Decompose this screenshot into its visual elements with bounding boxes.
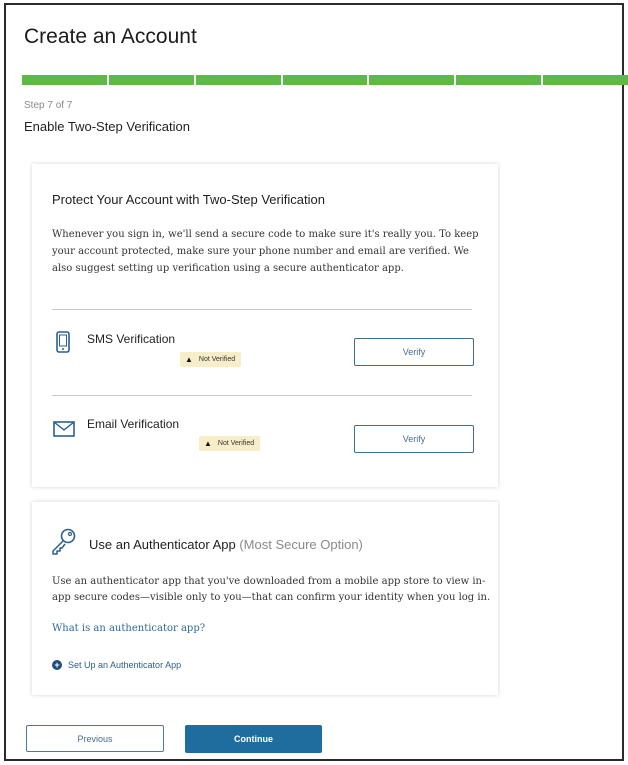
step-title: Enable Two-Step Verification xyxy=(24,119,190,134)
authenticator-title: Use an Authenticator App (Most Secure Op… xyxy=(89,537,363,552)
setup-authenticator-label: Set Up an Authenticator App xyxy=(68,660,182,670)
page-title: Create an Account xyxy=(24,25,197,48)
step-counter: Step 7 of 7 xyxy=(24,100,73,111)
authenticator-description: Use an authenticator app that you've dow… xyxy=(52,576,491,603)
progress-segment xyxy=(195,75,281,85)
phone-icon xyxy=(56,331,70,358)
progress-segment xyxy=(369,75,455,85)
sms-status-badge: ▲ Not Verified xyxy=(180,352,242,367)
divider xyxy=(52,309,472,310)
status-text: Not Verified xyxy=(217,440,255,447)
most-secure-note: (Most Secure Option) xyxy=(239,537,363,552)
continue-button[interactable]: Continue xyxy=(185,725,322,753)
progress-segment xyxy=(22,75,107,85)
two-step-verification-card: Protect Your Account with Two-Step Verif… xyxy=(32,164,498,487)
progress-segment xyxy=(108,75,194,85)
progress-segment xyxy=(456,75,542,85)
email-verification-label: Email Verification xyxy=(87,417,180,431)
setup-authenticator-link[interactable]: + Set Up an Authenticator App xyxy=(52,660,181,670)
card-description: Whenever you sign in, we'll send a secur… xyxy=(52,229,479,274)
sms-verify-button[interactable]: Verify xyxy=(354,338,474,366)
email-status-badge: ▲ Not Verified xyxy=(199,436,261,451)
progress-segment xyxy=(282,75,368,85)
key-icon xyxy=(50,527,78,560)
authenticator-app-card: Use an Authenticator App (Most Secure Op… xyxy=(32,502,498,695)
warning-icon: ▲ xyxy=(185,355,193,364)
plus-circle-icon: + xyxy=(52,660,62,670)
progress-segment xyxy=(543,75,628,85)
card-heading: Protect Your Account with Two-Step Verif… xyxy=(52,192,325,207)
account-creation-frame: Create an Account Step 7 of 7 Enable Two… xyxy=(4,3,628,761)
sms-verification-label: SMS Verification xyxy=(87,332,176,346)
step-progress-bar xyxy=(22,75,628,85)
what-is-authenticator-link[interactable]: What is an authenticator app? xyxy=(52,623,205,634)
previous-button[interactable]: Previous xyxy=(26,725,164,752)
email-verify-button[interactable]: Verify xyxy=(354,425,474,453)
warning-icon: ▲ xyxy=(204,439,212,448)
divider xyxy=(52,395,472,396)
envelope-icon xyxy=(53,421,75,442)
status-text: Not Verified xyxy=(198,356,236,363)
authenticator-title-text: Use an Authenticator App xyxy=(89,537,236,552)
